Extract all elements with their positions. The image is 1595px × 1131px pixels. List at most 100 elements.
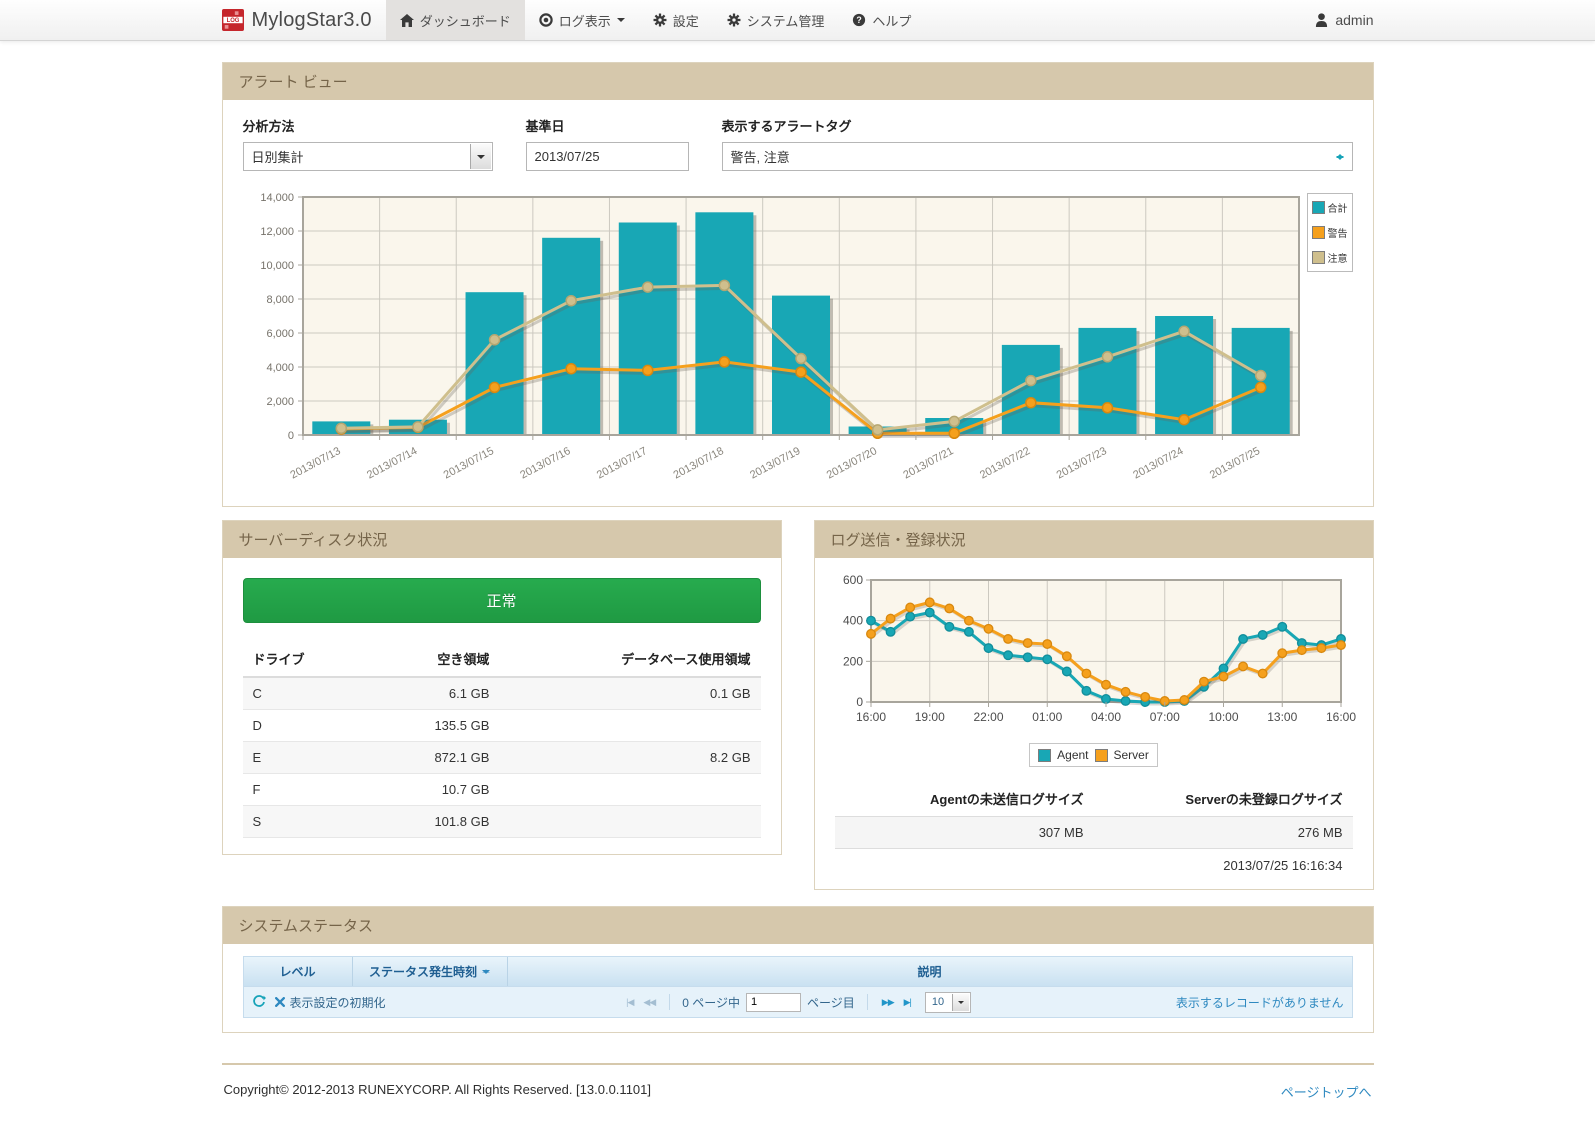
table-row: S 101.8 GB	[242, 805, 761, 838]
grid-pager: 表示設定の初期化 |◀ ◀◀ 0 ページ中 ページ目 ▶▶ ▶|	[243, 986, 1352, 1017]
svg-text:400: 400	[842, 614, 862, 628]
column-description[interactable]: 説明	[508, 957, 1352, 986]
close-icon	[274, 997, 285, 1007]
table-row: F 10.7 GB	[242, 773, 761, 806]
table-row: C 6.1 GB 0.1 GB	[242, 677, 761, 710]
log-size-table: Agentの未送信ログサイズ Serverの未登録ログサイズ 307 MB 27…	[834, 781, 1353, 849]
page-count-text: 0 ページ中	[682, 995, 741, 1010]
selected-value: 日別集計	[251, 150, 304, 165]
server-unregistered-header: Serverの未登録ログサイズ	[1185, 792, 1343, 807]
help-icon: ?	[853, 13, 866, 27]
legend-swatch-warning	[1311, 226, 1325, 239]
first-page-button[interactable]: |◀	[624, 997, 635, 1008]
column-level[interactable]: レベル	[244, 957, 352, 986]
chevron-down-icon	[957, 1001, 964, 1007]
svg-text:01:00: 01:00	[1032, 710, 1062, 724]
navbar: LOG MylogStar3.0 ダッシュボード ログ表示 設定 システム管理	[0, 0, 1595, 41]
gear-icon	[727, 13, 741, 27]
legend-swatch-caution	[1311, 251, 1325, 264]
svg-text:0: 0	[287, 430, 293, 442]
panel-title: システムステータス	[222, 907, 1373, 944]
column-status-time[interactable]: ステータス発生時刻	[351, 957, 508, 986]
svg-text:10,000: 10,000	[260, 260, 294, 272]
analysis-method-label: 分析方法	[242, 119, 295, 134]
gear-icon	[653, 13, 667, 27]
app-logo-icon: LOG	[221, 9, 244, 31]
log-chart: 0 200 400 600 16:00 19:00 22:00 01:00 04:00 07:00…	[835, 573, 1355, 739]
prev-page-button[interactable]: ◀◀	[641, 997, 657, 1008]
svg-text:16:00: 16:00	[1325, 710, 1355, 724]
nav-system-admin[interactable]: システム管理	[713, 0, 839, 40]
svg-text:4,000: 4,000	[266, 362, 294, 374]
legend-entry-caution: 注意	[1311, 250, 1348, 265]
legend-swatch-server	[1094, 748, 1108, 762]
svg-text:0: 0	[856, 695, 863, 709]
disk-table-header: ドライブ 空き領域 データベース使用領域	[242, 641, 761, 678]
user-menu[interactable]: admin	[1315, 12, 1374, 28]
nav-log-view[interactable]: ログ表示	[525, 0, 639, 40]
svg-text:200: 200	[842, 654, 862, 668]
next-page-button[interactable]: ▶▶	[880, 997, 896, 1008]
svg-text:2,000: 2,000	[266, 396, 294, 408]
nav-label: ログ表示	[558, 13, 611, 29]
page-number-input[interactable]	[746, 992, 802, 1012]
table-row: 307 MB 276 MB	[834, 816, 1353, 849]
svg-text:6,000: 6,000	[266, 328, 294, 340]
refresh-icon[interactable]	[252, 995, 266, 1009]
svg-text:?: ?	[857, 15, 862, 25]
agent-unsent-value: 307 MB	[1038, 825, 1084, 840]
svg-text:LOG: LOG	[226, 18, 239, 24]
nav-help[interactable]: ? ヘルプ	[838, 0, 925, 40]
svg-text:2013/07/23: 2013/07/23	[1054, 445, 1108, 481]
alert-tag-label: 表示するアラートタグ	[721, 119, 852, 134]
legend-swatch-total	[1311, 201, 1325, 214]
page-suffix-text: ページ目	[807, 995, 855, 1010]
svg-text:12,000: 12,000	[260, 226, 294, 238]
pagination: |◀ ◀◀ 0 ページ中 ページ目 ▶▶ ▶| 10	[624, 991, 971, 1013]
svg-text:2013/07/14: 2013/07/14	[365, 445, 419, 481]
dropdown-button[interactable]	[469, 144, 491, 169]
alert-filter-form: 分析方法 日別集計 基準日 表示するアラートタグ 警告, 注意	[242, 116, 1353, 171]
svg-text:2013/07/20: 2013/07/20	[824, 445, 878, 481]
legend-swatch-agent	[1038, 748, 1052, 762]
alert-chart-legend: 合計 警告 注意	[1306, 193, 1353, 272]
updown-arrows-icon[interactable]	[1335, 150, 1344, 164]
last-page-button[interactable]: ▶|	[902, 997, 913, 1008]
base-date-input[interactable]	[525, 142, 689, 171]
analysis-method-select[interactable]: 日別集計	[242, 142, 493, 171]
no-records-text: 表示するレコードがありません	[1175, 995, 1344, 1010]
alert-chart: 0 2,000 4,000 6,000 8,000 10,000 12,000 14,000 2…	[243, 191, 1301, 490]
svg-text:2013/07/13: 2013/07/13	[288, 445, 342, 481]
brand: LOG MylogStar3.0	[221, 9, 386, 32]
svg-text:2013/07/16: 2013/07/16	[518, 445, 572, 481]
table-row: E 872.1 GB 8.2 GB	[242, 741, 761, 774]
system-status-panel: システムステータス レベル ステータス発生時刻 説明 表示設定の初期化 |◀ ◀…	[221, 906, 1374, 1033]
sort-icon[interactable]	[482, 965, 490, 978]
alert-tag-select[interactable]: 警告, 注意	[721, 142, 1353, 171]
panel-title: ログ送信・登録状況	[814, 521, 1373, 558]
nav-label: 設定	[672, 13, 699, 29]
grid-header: レベル ステータス発生時刻 説明	[243, 957, 1352, 986]
page-footer: Copyright© 2012-2013 RUNEXYCORP. All Rig…	[221, 1063, 1374, 1131]
reset-display-settings[interactable]: 表示設定の初期化	[274, 994, 386, 1011]
last-updated-timestamp: 2013/07/25 16:16:34	[1223, 858, 1343, 873]
dropdown-button[interactable]	[951, 993, 969, 1011]
svg-text:2013/07/19: 2013/07/19	[748, 445, 802, 481]
svg-text:10:00: 10:00	[1208, 710, 1238, 724]
eye-icon	[539, 13, 553, 27]
copyright-text: Copyright© 2012-2013 RUNEXYCORP. All Rig…	[223, 1082, 652, 1097]
panel-title: サーバーディスク状況	[222, 521, 781, 558]
home-icon	[399, 13, 414, 27]
svg-text:14,000: 14,000	[260, 192, 294, 204]
alert-view-panel: アラート ビュー 分析方法 日別集計 基準日 表示するアラートタグ	[221, 62, 1374, 507]
svg-text:2013/07/25: 2013/07/25	[1207, 445, 1261, 481]
system-status-grid: レベル ステータス発生時刻 説明 表示設定の初期化 |◀ ◀◀ 0 ページ中 1…	[242, 956, 1353, 1018]
page-top-link[interactable]: ページトップへ	[1281, 1082, 1372, 1101]
svg-text:600: 600	[842, 574, 862, 587]
nav-settings[interactable]: 設定	[639, 0, 713, 40]
svg-text:2013/07/15: 2013/07/15	[441, 445, 495, 481]
disk-status-normal-button[interactable]: 正常	[242, 578, 761, 623]
nav-dashboard[interactable]: ダッシュボード	[385, 0, 525, 40]
page-size-select[interactable]: 10	[924, 991, 971, 1013]
server-unregistered-value: 276 MB	[1297, 825, 1343, 840]
